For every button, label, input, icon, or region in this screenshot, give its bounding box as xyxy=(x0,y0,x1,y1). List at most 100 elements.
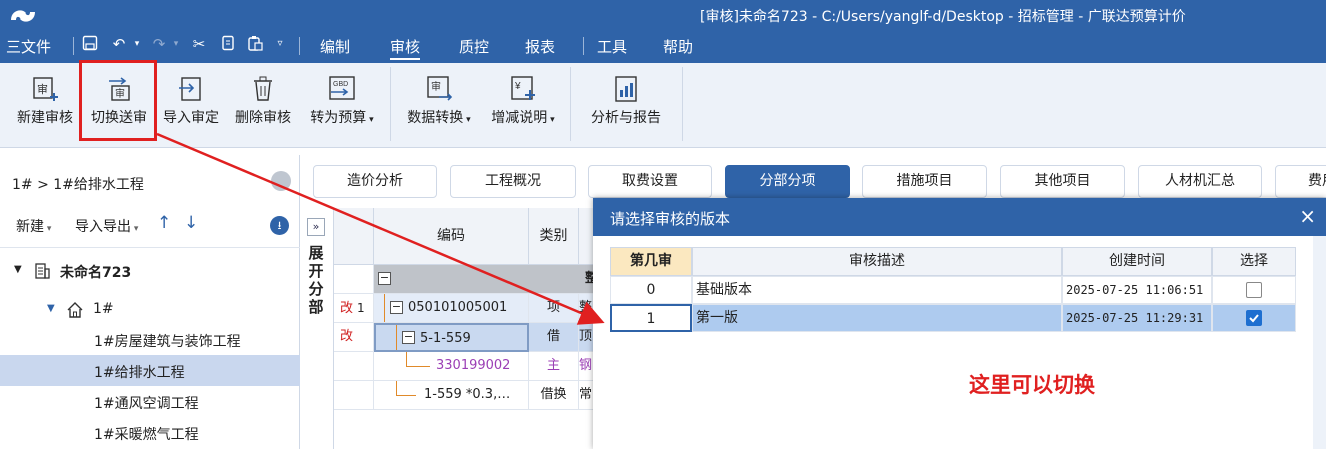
expand-sections-label[interactable]: 展开分部 xyxy=(306,244,326,316)
version-created-time[interactable]: 2025-07-25 11:06:51 xyxy=(1062,276,1212,304)
tree-item-project[interactable]: ▼ 未命名723 xyxy=(0,255,300,286)
version-select-cell[interactable] xyxy=(1212,276,1296,304)
version-description[interactable]: 基础版本 xyxy=(692,276,1062,304)
tree-item-water-supply[interactable]: 1#给排水工程 xyxy=(0,355,300,386)
customize-dropdown-icon[interactable]: ▿ xyxy=(271,35,289,53)
tab-other-items[interactable]: 其他项目 xyxy=(1000,165,1125,198)
analysis-report-button[interactable]: 分析与报告 xyxy=(584,71,668,139)
item-code: 330199002 xyxy=(436,358,511,373)
menu-help[interactable]: 帮助 xyxy=(663,36,693,57)
delete-review-icon xyxy=(254,76,272,101)
version-select-cell[interactable] xyxy=(1212,304,1296,332)
undo-icon[interactable]: ↶ xyxy=(110,35,128,53)
change-notes-button[interactable]: ¥ 增减说明 ▾ xyxy=(484,71,562,139)
panel-collapse-icon[interactable] xyxy=(271,171,291,191)
menu-quality[interactable]: 质控 xyxy=(459,36,489,57)
menu-file[interactable]: 三文件 xyxy=(6,36,51,57)
col-header-select[interactable]: 选择 xyxy=(1212,247,1296,276)
collapse-toggle-icon[interactable]: − xyxy=(390,301,403,314)
col-header-round[interactable]: 第几审 xyxy=(610,247,692,276)
collapse-arrow-icon[interactable]: ▼ xyxy=(47,303,55,314)
menu-review[interactable]: 审核 xyxy=(390,36,421,60)
version-number[interactable]: 1 xyxy=(610,304,692,332)
paste-icon[interactable] xyxy=(246,35,264,53)
items-grid: 编码 类别 − 整 改1 − 050101005001 项 整 改 − 5-1-… xyxy=(333,208,604,449)
undo-dropdown-icon[interactable]: ▾ xyxy=(128,35,146,53)
move-up-icon[interactable]: ↑ xyxy=(157,213,171,233)
data-convert-label: 数据转换 ▾ xyxy=(400,107,478,127)
new-dropdown[interactable]: 新建 ▾ xyxy=(16,216,51,236)
tab-fees[interactable]: 费用 xyxy=(1275,165,1326,198)
change-notes-text: 增减说明 xyxy=(491,110,548,126)
select-checkbox-checked[interactable] xyxy=(1246,310,1262,326)
change-notes-label: 增减说明 ▾ xyxy=(484,107,562,127)
grid-cell-flag[interactable] xyxy=(334,265,374,294)
delete-review-button[interactable]: 删除审核 xyxy=(228,71,298,139)
svg-text:¥: ¥ xyxy=(514,81,521,92)
move-down-icon[interactable]: ↓ xyxy=(184,213,198,233)
tab-sub-items[interactable]: 分部分项 xyxy=(725,165,850,198)
copy-icon[interactable] xyxy=(219,35,237,53)
tree-item-hvac[interactable]: 1#通风空调工程 xyxy=(0,386,300,417)
grid-cell-flag[interactable] xyxy=(334,381,374,410)
import-review-label: 导入审定 xyxy=(163,110,219,126)
grid-cell-code[interactable]: − 050101005001 xyxy=(374,294,529,323)
tab-measures[interactable]: 措施项目 xyxy=(862,165,987,198)
tree-item-1[interactable]: ▼ 1# xyxy=(0,294,300,325)
dialog-title-bar: 请选择审核的版本 × xyxy=(593,198,1326,236)
tab-project-overview[interactable]: 工程概况 xyxy=(450,165,576,198)
menu-edit[interactable]: 编制 xyxy=(320,36,350,57)
cut-icon[interactable]: ✂ xyxy=(190,35,208,53)
tree-line xyxy=(406,352,407,366)
collapse-arrow-icon[interactable]: ▼ xyxy=(14,264,22,275)
col-header-description[interactable]: 审核描述 xyxy=(692,247,1062,276)
project-tree-panel: 1# > 1#给排水工程 新建 ▾ 导入导出 ▾ ↑ ↓ ⭳ ▼ 未命名723 … xyxy=(0,155,300,449)
import-review-button[interactable]: 导入审定 xyxy=(158,71,224,139)
tree-item-heating-gas[interactable]: 1#采暖燃气工程 xyxy=(0,417,300,448)
tree-item-label: 1#房屋建筑与装饰工程 xyxy=(94,334,241,350)
version-number[interactable]: 0 xyxy=(610,276,692,304)
tree-line xyxy=(396,395,416,396)
grid-cell-type[interactable]: 主 xyxy=(529,352,579,381)
tree-item-label: 1#通风空调工程 xyxy=(94,396,199,412)
version-created-time[interactable]: 2025-07-25 11:29:31 xyxy=(1062,304,1212,332)
close-icon[interactable]: × xyxy=(1299,204,1316,228)
dialog-scrollbar[interactable] xyxy=(1313,236,1326,449)
col-header-created[interactable]: 创建时间 xyxy=(1062,247,1212,276)
annotation-note: 这里可以切换 xyxy=(969,373,1095,397)
grid-cell-code[interactable]: − 5-1-559 xyxy=(374,323,529,352)
menu-tools[interactable]: 工具 xyxy=(597,36,627,57)
grid-cell-type[interactable]: 项 xyxy=(529,294,579,323)
version-description[interactable]: 第一版 xyxy=(692,304,1062,332)
download-icon[interactable]: ⭳ xyxy=(270,216,289,235)
redo-icon[interactable]: ↷ xyxy=(150,35,168,53)
home-icon xyxy=(66,301,84,323)
tab-cost-analysis[interactable]: 造价分析 xyxy=(313,165,437,198)
grid-cell-code[interactable]: 1-559 *0.3,… xyxy=(374,381,529,410)
expand-panel-button[interactable]: » xyxy=(307,218,325,236)
data-convert-text: 数据转换 xyxy=(407,110,464,126)
grid-cell-flag[interactable] xyxy=(334,352,374,381)
redo-dropdown-icon[interactable]: ▾ xyxy=(167,35,185,53)
grid-cell-type[interactable]: 借 xyxy=(529,323,579,352)
new-review-button[interactable]: 审 新建审核 xyxy=(10,71,80,139)
import-export-dropdown[interactable]: 导入导出 ▾ xyxy=(75,216,138,236)
tree-item-building-decoration[interactable]: 1#房屋建筑与装饰工程 xyxy=(0,324,300,355)
grid-header-code[interactable]: 编码 xyxy=(374,208,529,265)
menu-report[interactable]: 报表 xyxy=(525,36,555,57)
tab-resource-summary[interactable]: 人材机汇总 xyxy=(1138,165,1262,198)
grid-cell-code[interactable]: 330199002 xyxy=(374,352,529,381)
dropdown-arrow-icon: ▾ xyxy=(44,224,52,234)
grid-cell-type[interactable]: 借换 xyxy=(529,381,579,410)
grid-header-type[interactable]: 类别 xyxy=(529,208,579,265)
grid-cell-flag[interactable]: 改1 xyxy=(334,294,374,323)
save-icon[interactable] xyxy=(81,35,99,53)
data-convert-button[interactable]: 审 数据转换 ▾ xyxy=(400,71,478,139)
grid-row-section[interactable]: − 整 xyxy=(374,265,604,294)
collapse-toggle-icon[interactable]: − xyxy=(402,331,415,344)
grid-cell-flag[interactable]: 改 xyxy=(334,323,374,352)
convert-to-budget-button[interactable]: GBD 转为预算 ▾ xyxy=(302,71,382,139)
collapse-toggle-icon[interactable]: − xyxy=(378,272,391,285)
select-checkbox[interactable] xyxy=(1246,282,1262,298)
tab-fee-settings[interactable]: 取费设置 xyxy=(588,165,712,198)
